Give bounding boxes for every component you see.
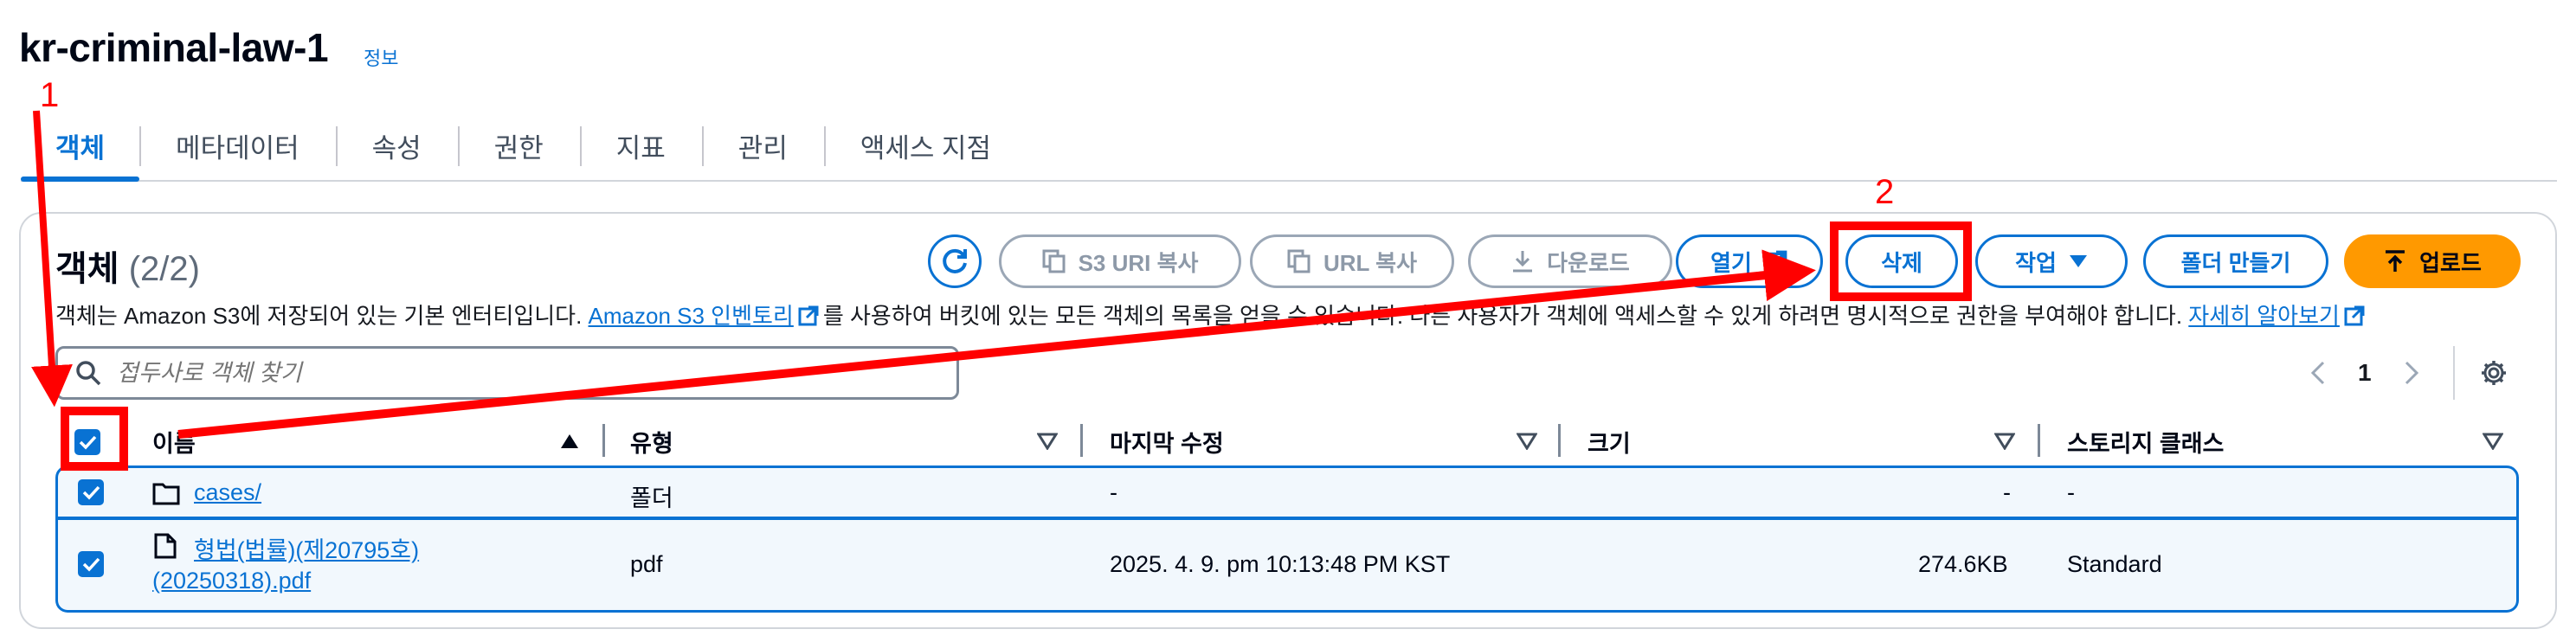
arrow-step-2 [177,249,1816,439]
annotation-arrows [30,110,1816,439]
arrow-step-1 [30,110,73,408]
s3-bucket-page: kr-criminal-law-1 정보 객체 메타데이터 속성 권한 지표 관… [0,0,2576,642]
